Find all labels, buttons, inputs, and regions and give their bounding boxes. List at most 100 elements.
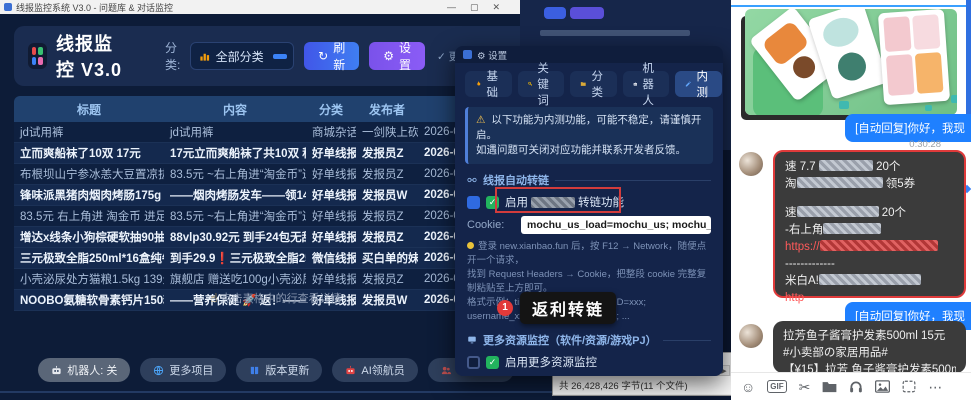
page-title: 线报监控 V3.0 [56, 30, 131, 82]
cell-title: 小壳泌尿处方猫粮1.5kg 139元 [14, 271, 164, 287]
screen-share-icon[interactable] [902, 380, 916, 393]
pointing-hand-icon: ☝ [210, 291, 217, 305]
product-message-bubble: 拉芳鱼子酱膏护发素500ml 15元 #小卖部の家居用品# 【¥15】拉芳 鱼子… [773, 321, 966, 373]
os-titlebar: 线报监控系统 V3.0 - 问题库 & 对话监控 — ▢ ✕ [0, 0, 552, 14]
status-bar: 共 26,428,426 字节(11 个文件) [553, 376, 734, 394]
redacted-text [819, 274, 921, 285]
redacted-text [797, 177, 883, 188]
ai-navigator-button[interactable]: AI领航员 [332, 358, 417, 382]
redacted-text [819, 160, 873, 171]
book-icon [249, 365, 260, 376]
people-icon [441, 365, 452, 376]
monitor-icon [467, 335, 477, 345]
cell-publisher: 发报员Z [356, 166, 418, 182]
version-update-button[interactable]: 版本更新 [236, 358, 322, 382]
cell-content: 到手29.9❗三元极致全脂250ml*16... [164, 250, 306, 266]
cell-category: 好单线报-... [306, 145, 356, 161]
robot-toggle-button[interactable]: 机器人: 关 [38, 358, 130, 382]
redacted-link [820, 240, 938, 251]
cell-category: 好单线报-... [306, 187, 356, 203]
settings-button[interactable]: ⚙ 设置 [369, 42, 425, 70]
ai-robot-icon [345, 365, 356, 376]
cell-publisher: 发报员Z [356, 271, 418, 287]
dialog-title: 设置 [488, 51, 507, 62]
image-icon[interactable] [875, 380, 890, 393]
tab-beta[interactable]: 内测 [675, 71, 722, 97]
enable-more-row: ✓ 启用更多资源监控 [467, 354, 711, 370]
timestamp: 0:30:28 [909, 139, 941, 150]
cell-content: ——烟肉烤肠发车——领140-60补... [164, 187, 306, 203]
warning-icon: ⚠ [476, 114, 485, 126]
gif-icon[interactable]: GIF [767, 380, 786, 393]
redacted-text [823, 223, 881, 234]
cell-content: jd试用裤 [164, 124, 306, 140]
cell-publisher: 买白单的妹妹 [356, 250, 418, 266]
annotation-rebate-link: 1 返利转链 [497, 292, 616, 324]
cell-publisher: 发报员Z [356, 145, 418, 161]
sticker-product-image [745, 9, 957, 115]
annotation-label: 返利转链 [520, 292, 616, 324]
bg-window-button[interactable] [544, 7, 566, 19]
chat-input-toolbar: ☺ GIF ✂ ⋯ [731, 372, 971, 400]
section-rebate-link: 线报自动转链 [467, 172, 711, 188]
cookie-input[interactable]: mochu_us_load=mochu_us; mochu_us_notice [521, 216, 711, 234]
app-icon [4, 3, 12, 11]
globe-icon [153, 365, 164, 376]
bg-window-text [540, 30, 690, 36]
minimize-button[interactable]: — [447, 2, 456, 12]
window-title: 线报监控系统 V3.0 - 问题库 & 对话监控 [16, 1, 173, 14]
more-projects-button[interactable]: 更多项目 [140, 358, 226, 382]
check-icon: ✓ [486, 356, 499, 369]
avatar [739, 152, 763, 176]
cookie-row: Cookie: mochu_us_load=mochu_us; mochu_us… [467, 216, 711, 234]
dialog-tabs: 基础 关键词 分类 机器人 内测 [455, 63, 723, 101]
annotation-badge: 1 [497, 300, 513, 316]
section-more-monitor: 更多资源监控（软件/资源/游戏PJ） [467, 332, 711, 348]
deal-link[interactable]: https:// [785, 241, 820, 253]
tab-robot[interactable]: 机器人 [623, 71, 670, 97]
tab-basic[interactable]: 基础 [465, 71, 512, 97]
cell-content: 83.5元 ~右上角进“淘金币”进足迹... [164, 208, 306, 224]
dropdown-indicator-icon [273, 54, 287, 59]
tab-category[interactable]: 分类 [570, 71, 617, 97]
close-button[interactable]: ✕ [492, 2, 500, 13]
more-icon[interactable]: ⋯ [928, 380, 942, 394]
checkbox-rebate[interactable] [467, 196, 480, 209]
cell-publisher: 发报员W [356, 187, 418, 203]
cell-content: 17元立而爽船袜了共10双 秋季桂丽后石... [164, 145, 306, 161]
flame-icon [475, 79, 482, 89]
category-select[interactable]: 全部分类 [190, 42, 295, 70]
cell-title: 三元极致全脂250ml*16盒纯牛奶 29... [14, 250, 164, 266]
cell-content: 旗舰店 赠送吃100g小壳泌尿处方猫粮... [164, 271, 306, 287]
bg-window-button[interactable] [570, 7, 604, 19]
col-header-content: 内容 [164, 101, 306, 118]
headset-icon[interactable] [849, 380, 863, 393]
tab-keywords[interactable]: 关键词 [518, 71, 565, 97]
robot-icon [633, 79, 638, 89]
cell-category: 好单线报-... [306, 208, 356, 224]
settings-dialog: ⚙ 设置 基础 关键词 分类 机器人 内测 ⚠ 以下功能为内测功能，可能不稳定，… [455, 46, 723, 376]
beta-warning: ⚠ 以下功能为内测功能，可能不稳定，请谨慎开启。 如遇问题可关闭对应功能并联系开… [465, 107, 713, 164]
redacted-text [797, 206, 879, 217]
refresh-button[interactable]: ↻ 刷新 [304, 42, 359, 70]
file-icon[interactable] [822, 380, 837, 393]
cell-category: 好单线报-... [306, 166, 356, 182]
emoji-icon[interactable]: ☺ [741, 380, 755, 394]
col-header-category: 分类 [306, 101, 356, 118]
deal-message-bubble: 速 7.7 20个 淘 领5券 速 20个 -右上角 https:// ----… [773, 150, 966, 298]
cell-title: 锋味派黑猪肉烟肉烤肠175g 任选5件... [14, 187, 164, 203]
cell-title: 布根坝山宁参冰恙大豆置凉拔 83.5元 [14, 166, 164, 182]
dialog-titlebar: ⚙ 设置 [455, 46, 723, 63]
cookie-label: Cookie: [467, 219, 515, 231]
redacted-text [531, 197, 575, 208]
checkbox-more[interactable] [467, 356, 480, 369]
key-icon [528, 79, 533, 89]
gear-icon: ⚙ [383, 49, 394, 63]
cell-publisher: 一剑陕上砍... [356, 124, 418, 140]
avatar [739, 324, 763, 348]
auto-reply-bubble: [自动回复]你好，我现 [845, 114, 971, 142]
chat-top-border [731, 5, 967, 7]
cell-publisher: 发报员Z [356, 229, 418, 245]
maximize-button[interactable]: ▢ [470, 2, 479, 13]
screenshot-scissors-icon[interactable]: ✂ [799, 380, 811, 394]
